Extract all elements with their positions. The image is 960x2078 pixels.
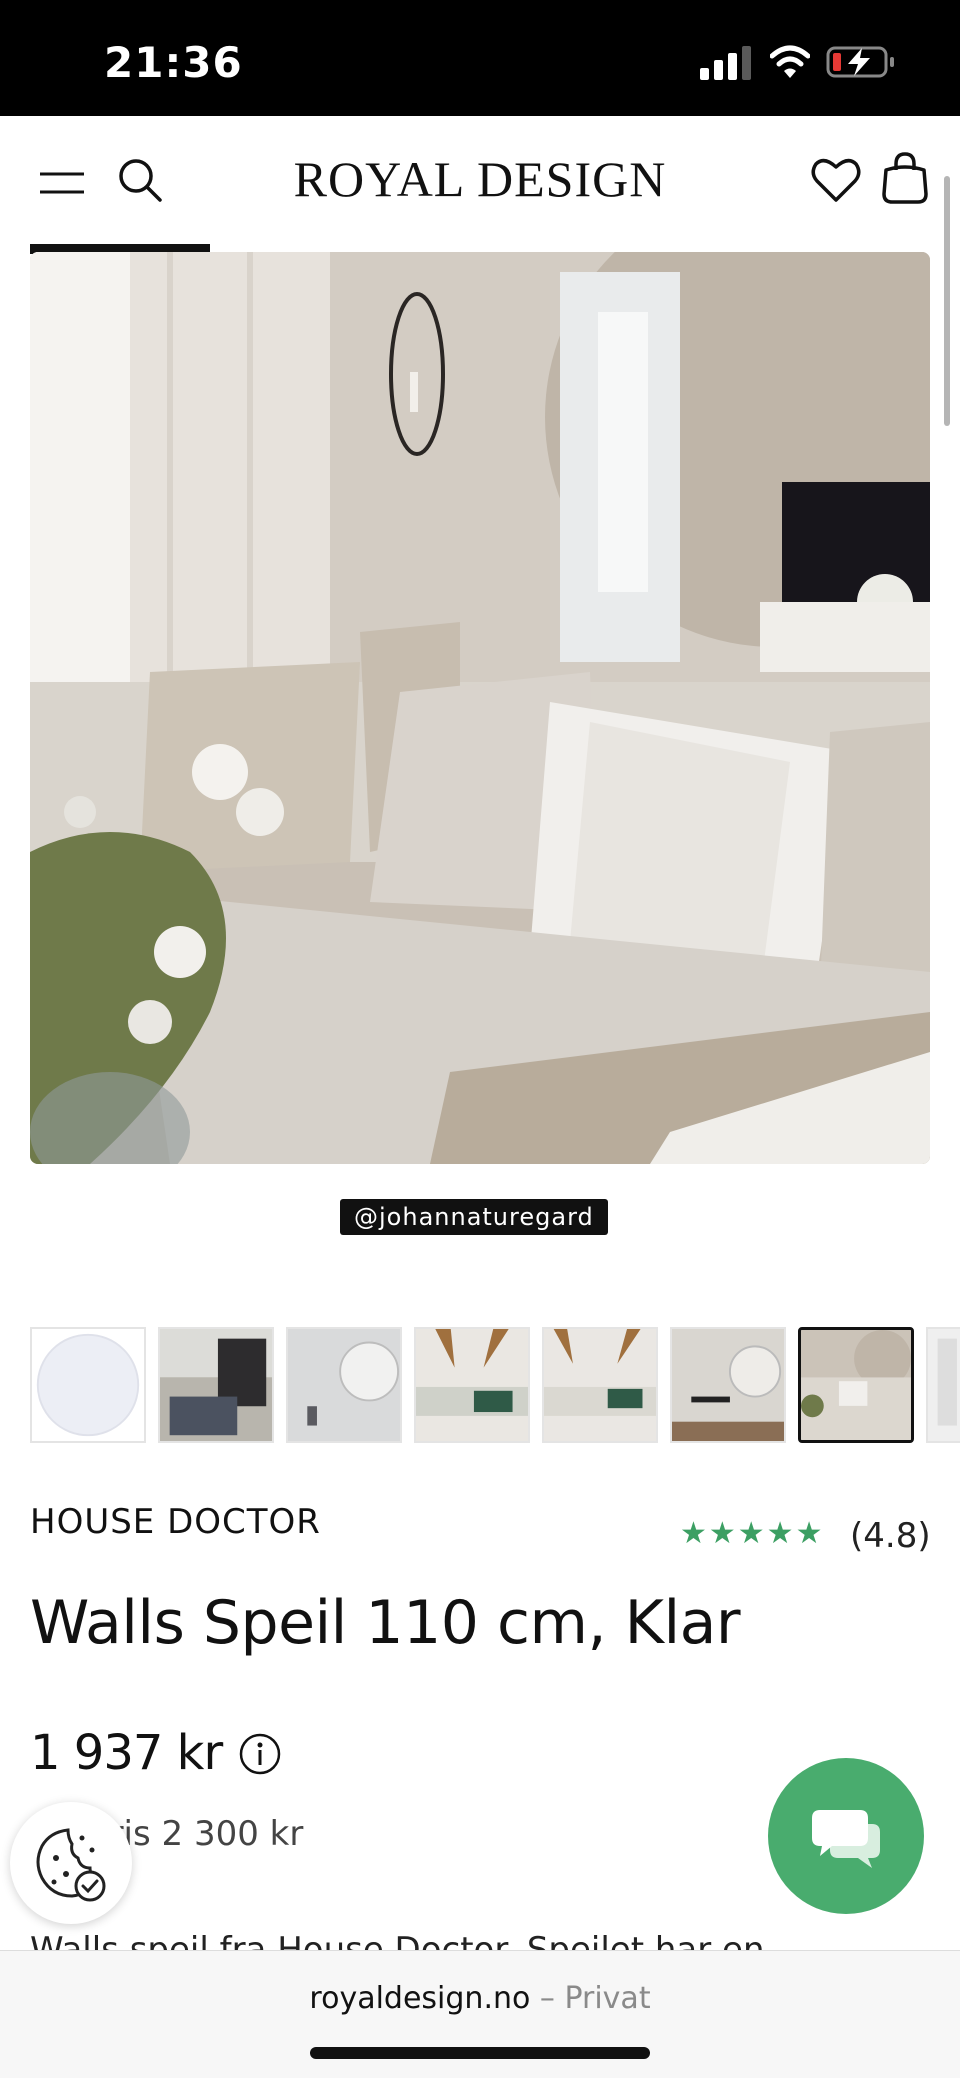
browser-address-bar[interactable]: royaldesign.no – Privat [0,1950,960,2078]
thumbnail-5[interactable] [542,1327,658,1443]
wishlist-heart-icon[interactable] [810,154,862,206]
wifi-icon [770,45,810,78]
product-description: Walls speil fra House Doctor. Speilet ha… [30,1930,765,1950]
status-time: 21:36 [104,38,243,87]
cellular-signal-icon [700,46,751,80]
home-indicator[interactable] [310,2047,650,2059]
product-brand[interactable]: HOUSE DOCTOR [30,1502,321,1542]
product-main-image[interactable] [30,252,930,1164]
url-domain: royaldesign.no [309,1981,531,2016]
url-display[interactable]: royaldesign.no – Privat [0,1981,960,2016]
thumbnail-8[interactable] [926,1327,960,1443]
site-header: ROYAL DESIGN [0,116,960,244]
price-info-icon[interactable] [238,1732,282,1776]
thumbnail-2[interactable] [158,1327,274,1443]
photo-credit[interactable]: @johannaturegard [340,1199,608,1235]
thumbnail-strip[interactable] [30,1327,960,1443]
chat-bubbles-icon [812,1810,880,1868]
thumbnail-1[interactable] [30,1327,146,1443]
site-logo[interactable]: ROYAL DESIGN [280,150,680,208]
rating-value[interactable]: (4.8) [850,1516,931,1556]
status-bar: 21:36 [0,0,960,116]
thumbnail-4[interactable] [414,1327,530,1443]
living-room-photo [30,252,930,1164]
hamburger-menu-icon[interactable] [40,168,84,198]
cookie-settings-button[interactable] [10,1802,132,1924]
chat-button[interactable] [768,1758,924,1914]
page-scrollbar[interactable] [944,176,950,426]
thumbnail-6[interactable] [670,1327,786,1443]
rating-stars[interactable]: ★★★★★ [680,1516,824,1551]
search-icon[interactable] [116,156,166,206]
thumbnail-7[interactable] [798,1327,914,1443]
shopping-bag-icon[interactable] [880,150,930,206]
product-title: Walls Speil 110 cm, Klar [30,1588,741,1658]
browsing-mode: – Privat [539,1981,651,2016]
battery-charging-icon [826,46,894,78]
product-price: 1 937 kr [30,1725,223,1781]
thumbnail-3[interactable] [286,1327,402,1443]
cookie-icon [36,1828,106,1902]
